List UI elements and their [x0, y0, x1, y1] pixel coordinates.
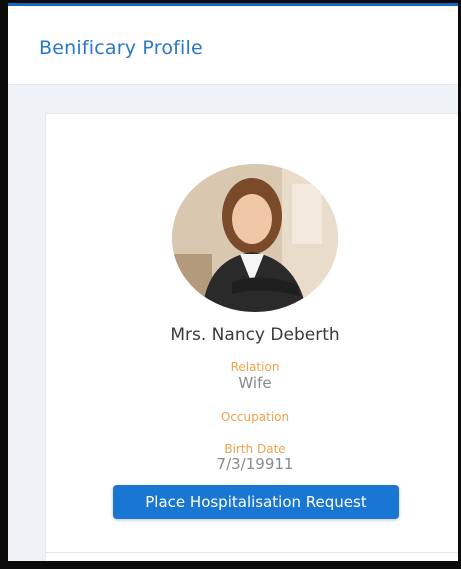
app-container: Benificary Profile Mrs. Nancy Deberth Re…: [8, 3, 458, 561]
relation-value: Wife: [238, 374, 272, 392]
place-hospitalisation-request-button[interactable]: Place Hospitalisation Request: [113, 485, 399, 519]
relation-label: Relation: [230, 360, 280, 374]
birth-date-value: 7/3/19911: [216, 455, 294, 473]
card-divider: [46, 552, 458, 553]
profile-photo-icon: [172, 164, 338, 312]
page-header: Benificary Profile: [8, 6, 458, 85]
beneficiary-name: Mrs. Nancy Deberth: [170, 325, 340, 345]
page-title: Benificary Profile: [39, 37, 203, 59]
birth-date-label: Birth Date: [224, 442, 286, 456]
occupation-label: Occupation: [220, 410, 290, 424]
avatar: [172, 164, 338, 312]
profile-card: Mrs. Nancy Deberth Relation Wife Occupat…: [45, 113, 458, 561]
